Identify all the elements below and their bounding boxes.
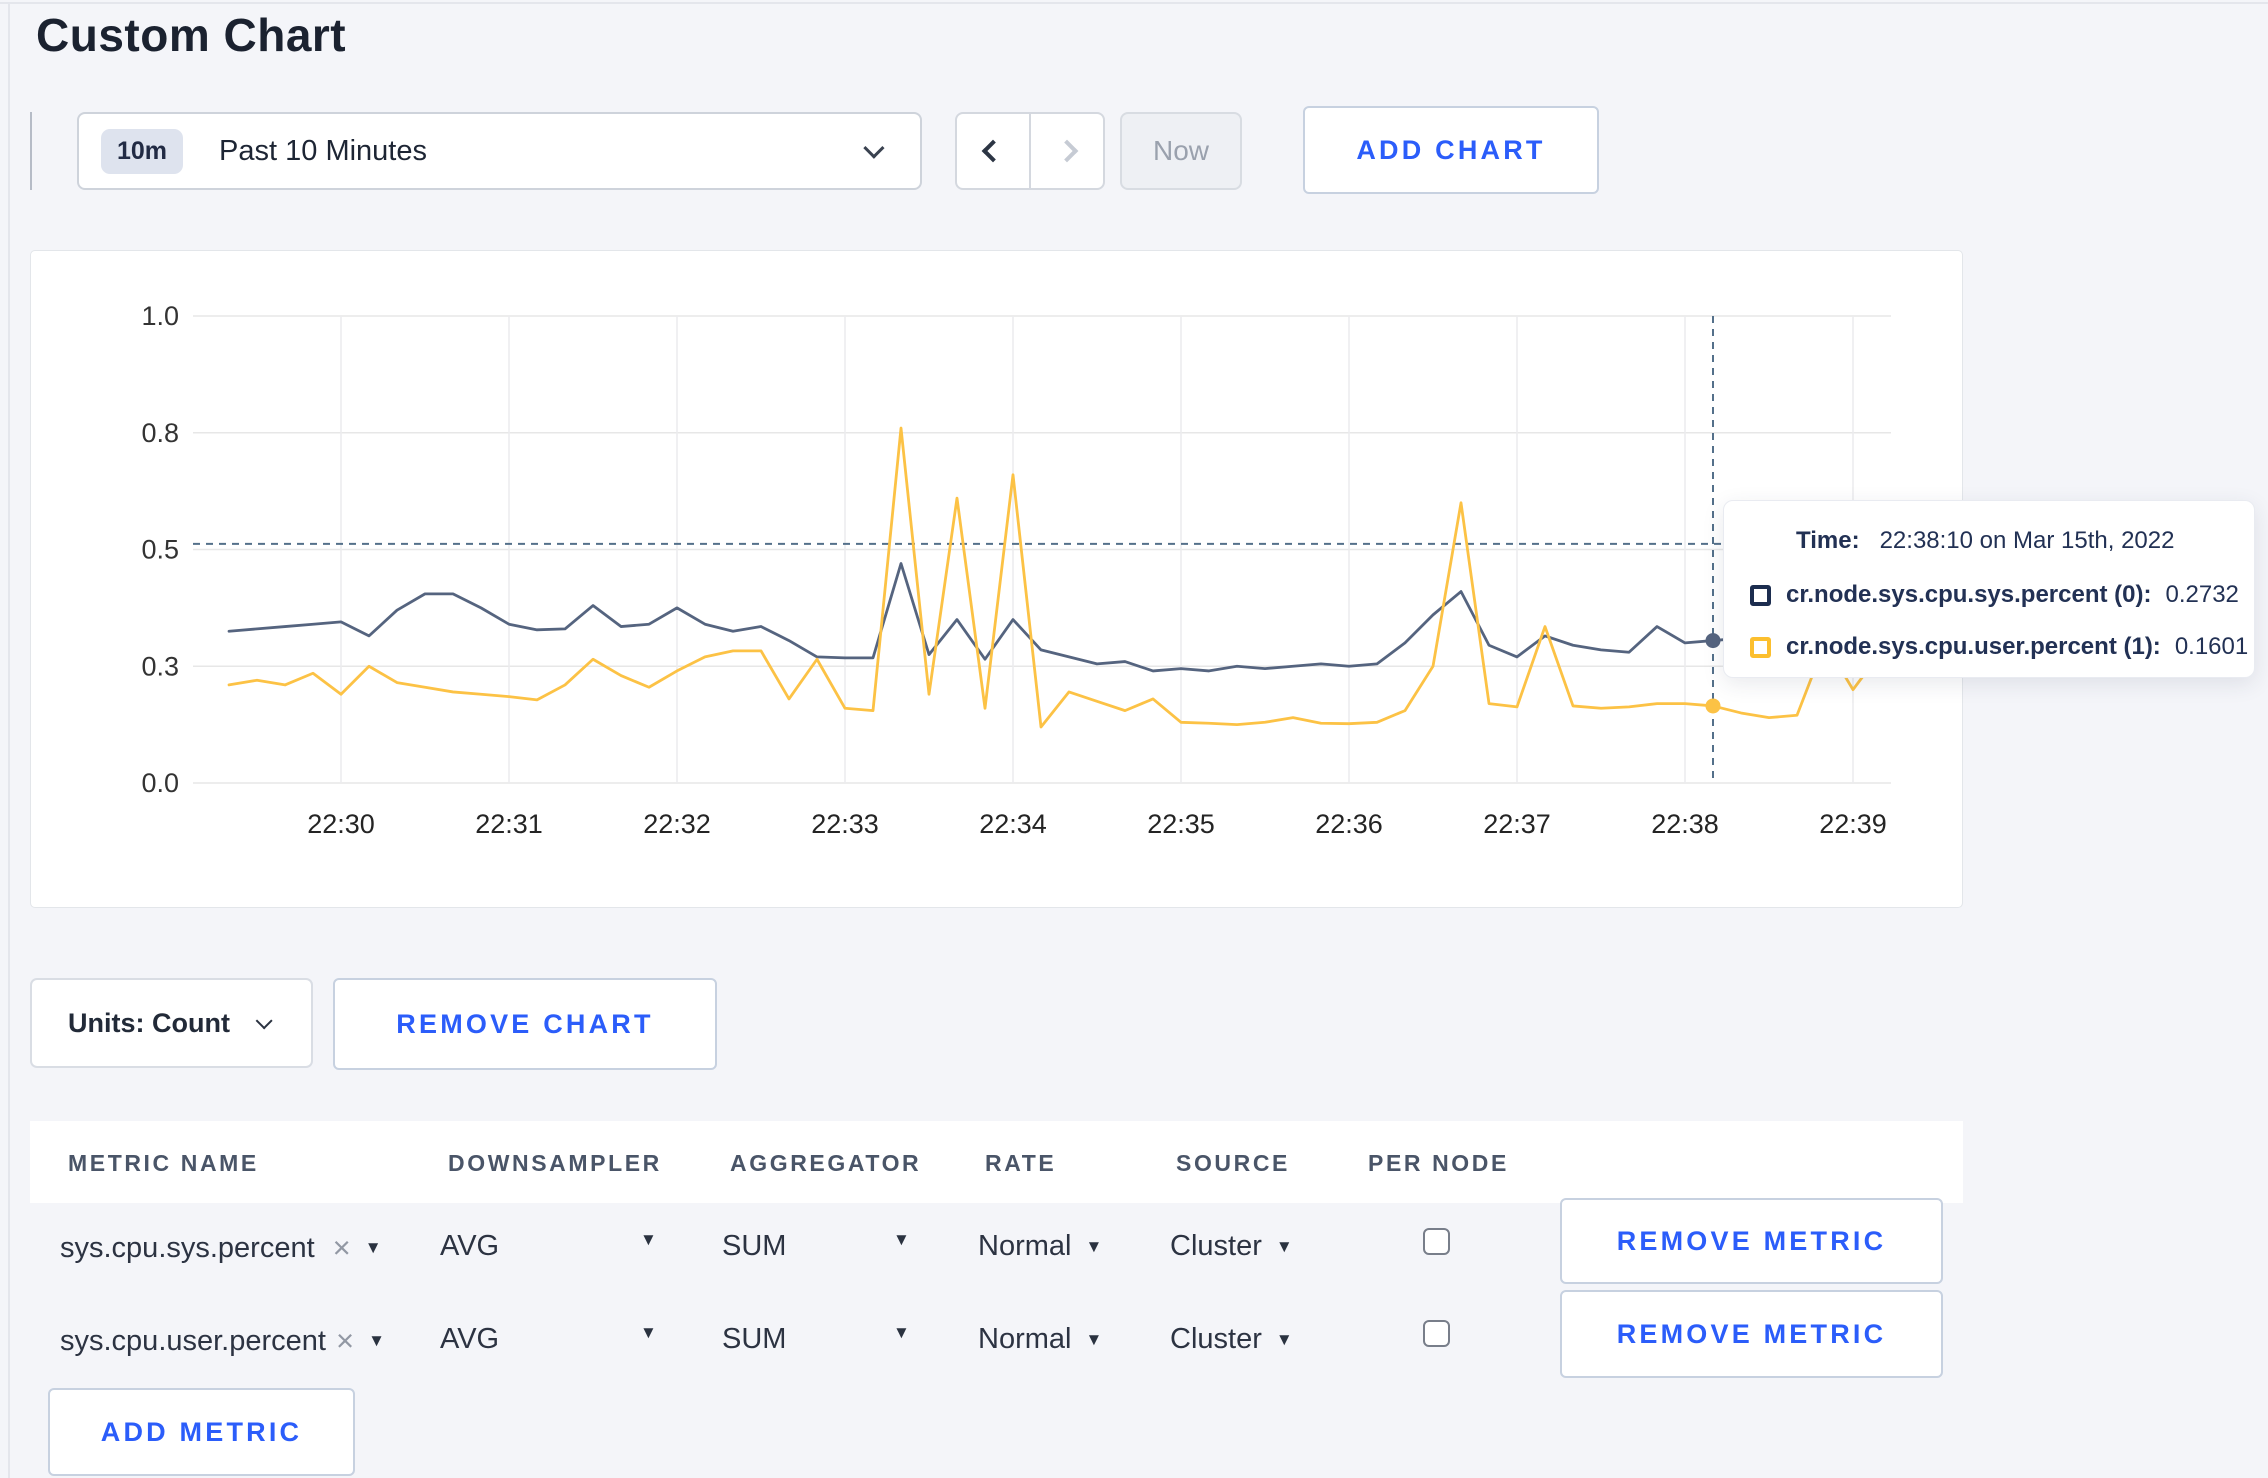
tooltip-time-row: Time: 22:38:10 on Mar 15th, 2022 — [1796, 527, 2174, 555]
tooltip-time-label: Time: — [1796, 527, 1860, 554]
downsampler-select[interactable]: AVG — [440, 1230, 499, 1263]
metric-name-value: sys.cpu.user.percent — [60, 1324, 326, 1357]
rate-select[interactable]: Normal ▼ — [978, 1230, 1102, 1263]
now-button[interactable]: Now — [1120, 112, 1242, 190]
dropdown-arrow-icon: ▼ — [364, 1238, 382, 1257]
rate-value: Normal — [978, 1230, 1072, 1262]
tooltip-series-row: cr.node.sys.cpu.sys.percent (0): 0.2732 — [1750, 581, 2239, 609]
dropdown-arrow-icon: ▼ — [640, 1230, 657, 1249]
tooltip-series-name: cr.node.sys.cpu.sys.percent (0): — [1786, 581, 2152, 608]
toolbar-divider — [30, 112, 32, 190]
downsampler-value: AVG — [440, 1230, 500, 1262]
metric-name-value: sys.cpu.sys.percent — [60, 1231, 315, 1264]
svg-text:1.0: 1.0 — [141, 301, 179, 331]
chevron-right-icon — [1055, 139, 1079, 163]
svg-text:0.3: 0.3 — [141, 651, 179, 681]
units-select[interactable]: Units: Count — [30, 978, 313, 1068]
svg-text:22:30: 22:30 — [307, 809, 375, 839]
chevron-left-icon — [981, 139, 1005, 163]
svg-text:0.5: 0.5 — [141, 535, 179, 565]
aggregator-value: SUM — [722, 1323, 787, 1355]
per-node-checkbox[interactable] — [1423, 1320, 1450, 1347]
svg-text:0.0: 0.0 — [141, 768, 179, 798]
aggregator-arrow[interactable]: ▼ — [893, 1323, 910, 1343]
left-divider — [8, 2, 10, 1478]
remove-chart-button[interactable]: REMOVE CHART — [333, 978, 717, 1070]
svg-text:22:38: 22:38 — [1651, 809, 1719, 839]
header-source: SOURCE — [1176, 1150, 1291, 1176]
chart-card: 0.0 0.3 0.5 0.8 1.0 22:30 22:31 22:32 22:33 22:34… — [30, 250, 1963, 908]
dropdown-arrow-icon: ▼ — [1275, 1329, 1293, 1349]
dropdown-arrow-icon: ▼ — [893, 1323, 910, 1342]
header-downsampler: DOWNSAMPLER — [448, 1150, 662, 1176]
rate-value: Normal — [978, 1323, 1072, 1355]
clear-metric-icon[interactable]: × — [336, 1323, 354, 1359]
remove-metric-button[interactable]: REMOVE METRIC — [1560, 1290, 1943, 1378]
svg-text:0.8: 0.8 — [141, 418, 179, 448]
dropdown-arrow-icon: ▼ — [1275, 1236, 1293, 1256]
time-pager — [955, 112, 1105, 190]
time-range-select[interactable]: 10m Past 10 Minutes — [77, 112, 922, 190]
svg-text:22:34: 22:34 — [979, 809, 1047, 839]
aggregator-select[interactable]: SUM — [722, 1323, 786, 1356]
metric-name-select[interactable]: sys.cpu.sys.percent × ▼ — [60, 1230, 382, 1266]
header-aggregator: AGGREGATOR — [730, 1150, 922, 1176]
chevron-down-icon — [863, 137, 885, 159]
dropdown-arrow-icon: ▼ — [893, 1230, 910, 1249]
rate-select[interactable]: Normal ▼ — [978, 1323, 1102, 1356]
tooltip-series-name: cr.node.sys.cpu.user.percent (1): — [1786, 633, 2161, 660]
sys-series-swatch-icon — [1750, 584, 1771, 606]
svg-text:22:32: 22:32 — [643, 809, 711, 839]
downsampler-arrow[interactable]: ▼ — [640, 1323, 657, 1343]
header-per-node: PER NODE — [1368, 1150, 1509, 1176]
time-range-label: Past 10 Minutes — [219, 134, 427, 167]
units-label: Units: Count — [68, 1007, 230, 1038]
dropdown-arrow-icon: ▼ — [1085, 1236, 1103, 1256]
top-divider — [0, 2, 2268, 4]
svg-text:22:37: 22:37 — [1483, 809, 1551, 839]
downsampler-value: AVG — [440, 1323, 500, 1355]
custom-chart-page: Custom Chart 10m Past 10 Minutes Now ADD… — [0, 0, 2268, 1478]
add-metric-button[interactable]: ADD METRIC — [48, 1388, 355, 1476]
tooltip-series-value: 0.2732 — [2165, 581, 2239, 608]
chevron-down-icon — [255, 1012, 273, 1030]
svg-text:22:35: 22:35 — [1147, 809, 1215, 839]
chart-tooltip: Time: 22:38:10 on Mar 15th, 2022 cr.node.… — [1723, 500, 2255, 678]
prev-range-button[interactable] — [957, 114, 1029, 188]
source-value: Cluster — [1170, 1323, 1262, 1355]
dropdown-arrow-icon: ▼ — [640, 1323, 657, 1342]
clear-metric-icon[interactable]: × — [333, 1230, 351, 1266]
aggregator-arrow[interactable]: ▼ — [893, 1230, 910, 1250]
cpu-percent-line-chart[interactable]: 0.0 0.3 0.5 0.8 1.0 22:30 22:31 22:32 22:33 22:34… — [31, 251, 1964, 909]
tooltip-series-value: 0.1601 — [2174, 633, 2249, 660]
svg-text:22:31: 22:31 — [475, 809, 543, 839]
remove-metric-button[interactable]: REMOVE METRIC — [1560, 1198, 1943, 1284]
source-select[interactable]: Cluster ▼ — [1170, 1230, 1293, 1263]
dropdown-arrow-icon: ▼ — [1085, 1329, 1103, 1349]
tooltip-series-row: cr.node.sys.cpu.user.percent (1): 0.1601 — [1750, 633, 2248, 661]
header-metric-name: METRIC NAME — [68, 1150, 259, 1176]
aggregator-select[interactable]: SUM — [722, 1230, 786, 1263]
per-node-checkbox[interactable] — [1423, 1228, 1450, 1255]
add-chart-button[interactable]: ADD CHART — [1303, 106, 1599, 194]
downsampler-select[interactable]: AVG — [440, 1323, 499, 1356]
svg-text:22:39: 22:39 — [1819, 809, 1887, 839]
tooltip-time-value: 22:38:10 on Mar 15th, 2022 — [1879, 527, 2175, 554]
svg-text:22:33: 22:33 — [811, 809, 879, 839]
aggregator-value: SUM — [722, 1230, 787, 1262]
header-rate: RATE — [985, 1150, 1057, 1176]
dropdown-arrow-icon: ▼ — [368, 1331, 385, 1350]
metric-name-select[interactable]: sys.cpu.user.percent × ▼ — [60, 1323, 385, 1359]
next-range-button[interactable] — [1029, 114, 1103, 188]
page-title: Custom Chart — [36, 9, 347, 61]
downsampler-arrow[interactable]: ▼ — [640, 1230, 657, 1250]
source-value: Cluster — [1170, 1230, 1262, 1262]
svg-text:22:36: 22:36 — [1315, 809, 1383, 839]
source-select[interactable]: Cluster ▼ — [1170, 1323, 1293, 1356]
time-range-badge: 10m — [101, 128, 184, 174]
user-series-swatch-icon — [1750, 636, 1771, 658]
